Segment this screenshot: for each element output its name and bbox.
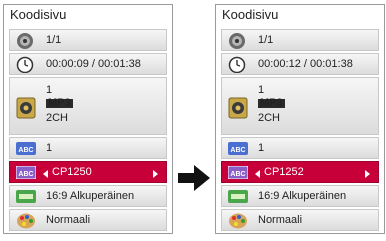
clock-icon [16, 56, 34, 73]
time-row[interactable]: 00:00:12 / 00:01:38 [221, 53, 379, 75]
palette-icon [17, 213, 35, 229]
aspect-value: 16:9 Alkuperäinen [258, 190, 347, 202]
playback-time: 00:00:12 / 00:01:38 [258, 58, 353, 70]
audio-track: 1 [46, 84, 53, 96]
chevron-right-icon[interactable] [365, 170, 370, 178]
title-number: 1/1 [46, 34, 62, 46]
svg-text:ABC: ABC [18, 147, 33, 154]
arrow-right-icon [178, 165, 210, 191]
title-row[interactable]: 1/1 [9, 29, 167, 51]
picture-mode-value: Normaali [258, 214, 303, 226]
title-number: 1/1 [258, 34, 274, 46]
speaker-icon [228, 97, 248, 119]
playback-time: 00:00:09 / 00:01:38 [46, 58, 141, 70]
audio-row[interactable]: 1 MP3 2CH [9, 77, 167, 135]
aspect-value: 16:9 Alkuperäinen [46, 190, 135, 202]
code-page-value: CP1250 [52, 166, 92, 178]
svg-text:ABC: ABC [230, 171, 245, 178]
picture-mode-row[interactable]: Normaali [221, 209, 379, 231]
aspect-ratio-icon [16, 190, 36, 203]
svg-text:ABC: ABC [230, 147, 245, 154]
code-page-abc-icon: ABC [16, 166, 36, 179]
disc-icon [17, 33, 33, 49]
code-page-value: CP1252 [264, 166, 304, 178]
subtitle-abc-icon: ABC [16, 142, 36, 155]
subtitle-row[interactable]: ABC 1 [221, 137, 379, 159]
subtitle-value: 1 [258, 142, 265, 154]
audio-channels: 2CH [46, 112, 69, 124]
info-panel-after: Koodisivu 1/1 00:00:12 / 00:01:38 1 MP3 … [215, 4, 385, 234]
chevron-left-icon[interactable] [43, 170, 48, 178]
aspect-row[interactable]: 16:9 Alkuperäinen [221, 185, 379, 207]
palette-icon [229, 213, 247, 229]
code-page-row[interactable]: ABC CP1252 [221, 161, 379, 183]
subtitle-value: 1 [46, 142, 53, 154]
chevron-right-icon[interactable] [153, 170, 158, 178]
subtitle-abc-icon: ABC [228, 142, 248, 155]
speaker-icon [16, 97, 36, 119]
picture-mode-row[interactable]: Normaali [9, 209, 167, 231]
time-row[interactable]: 00:00:09 / 00:01:38 [9, 53, 167, 75]
panel-title: Koodisivu [10, 7, 67, 22]
aspect-ratio-icon [228, 190, 248, 203]
code-page-abc-icon: ABC [228, 166, 248, 179]
picture-mode-value: Normaali [46, 214, 91, 226]
audio-row[interactable]: 1 MP3 2CH [221, 77, 379, 135]
code-page-row[interactable]: ABC CP1250 [9, 161, 167, 183]
svg-text:ABC: ABC [18, 171, 33, 178]
audio-track: 1 [258, 84, 265, 96]
aspect-row[interactable]: 16:9 Alkuperäinen [9, 185, 167, 207]
clock-icon [228, 56, 246, 73]
subtitle-row[interactable]: ABC 1 [9, 137, 167, 159]
chevron-left-icon[interactable] [255, 170, 260, 178]
disc-icon [229, 33, 245, 49]
audio-codec: MP3 [258, 97, 285, 109]
title-row[interactable]: 1/1 [221, 29, 379, 51]
audio-channels: 2CH [258, 112, 281, 124]
info-panel-before: Koodisivu 1/1 00:00:09 / 00:01:38 1 MP3 … [3, 4, 173, 234]
panel-title: Koodisivu [222, 7, 279, 22]
audio-codec: MP3 [46, 97, 73, 109]
